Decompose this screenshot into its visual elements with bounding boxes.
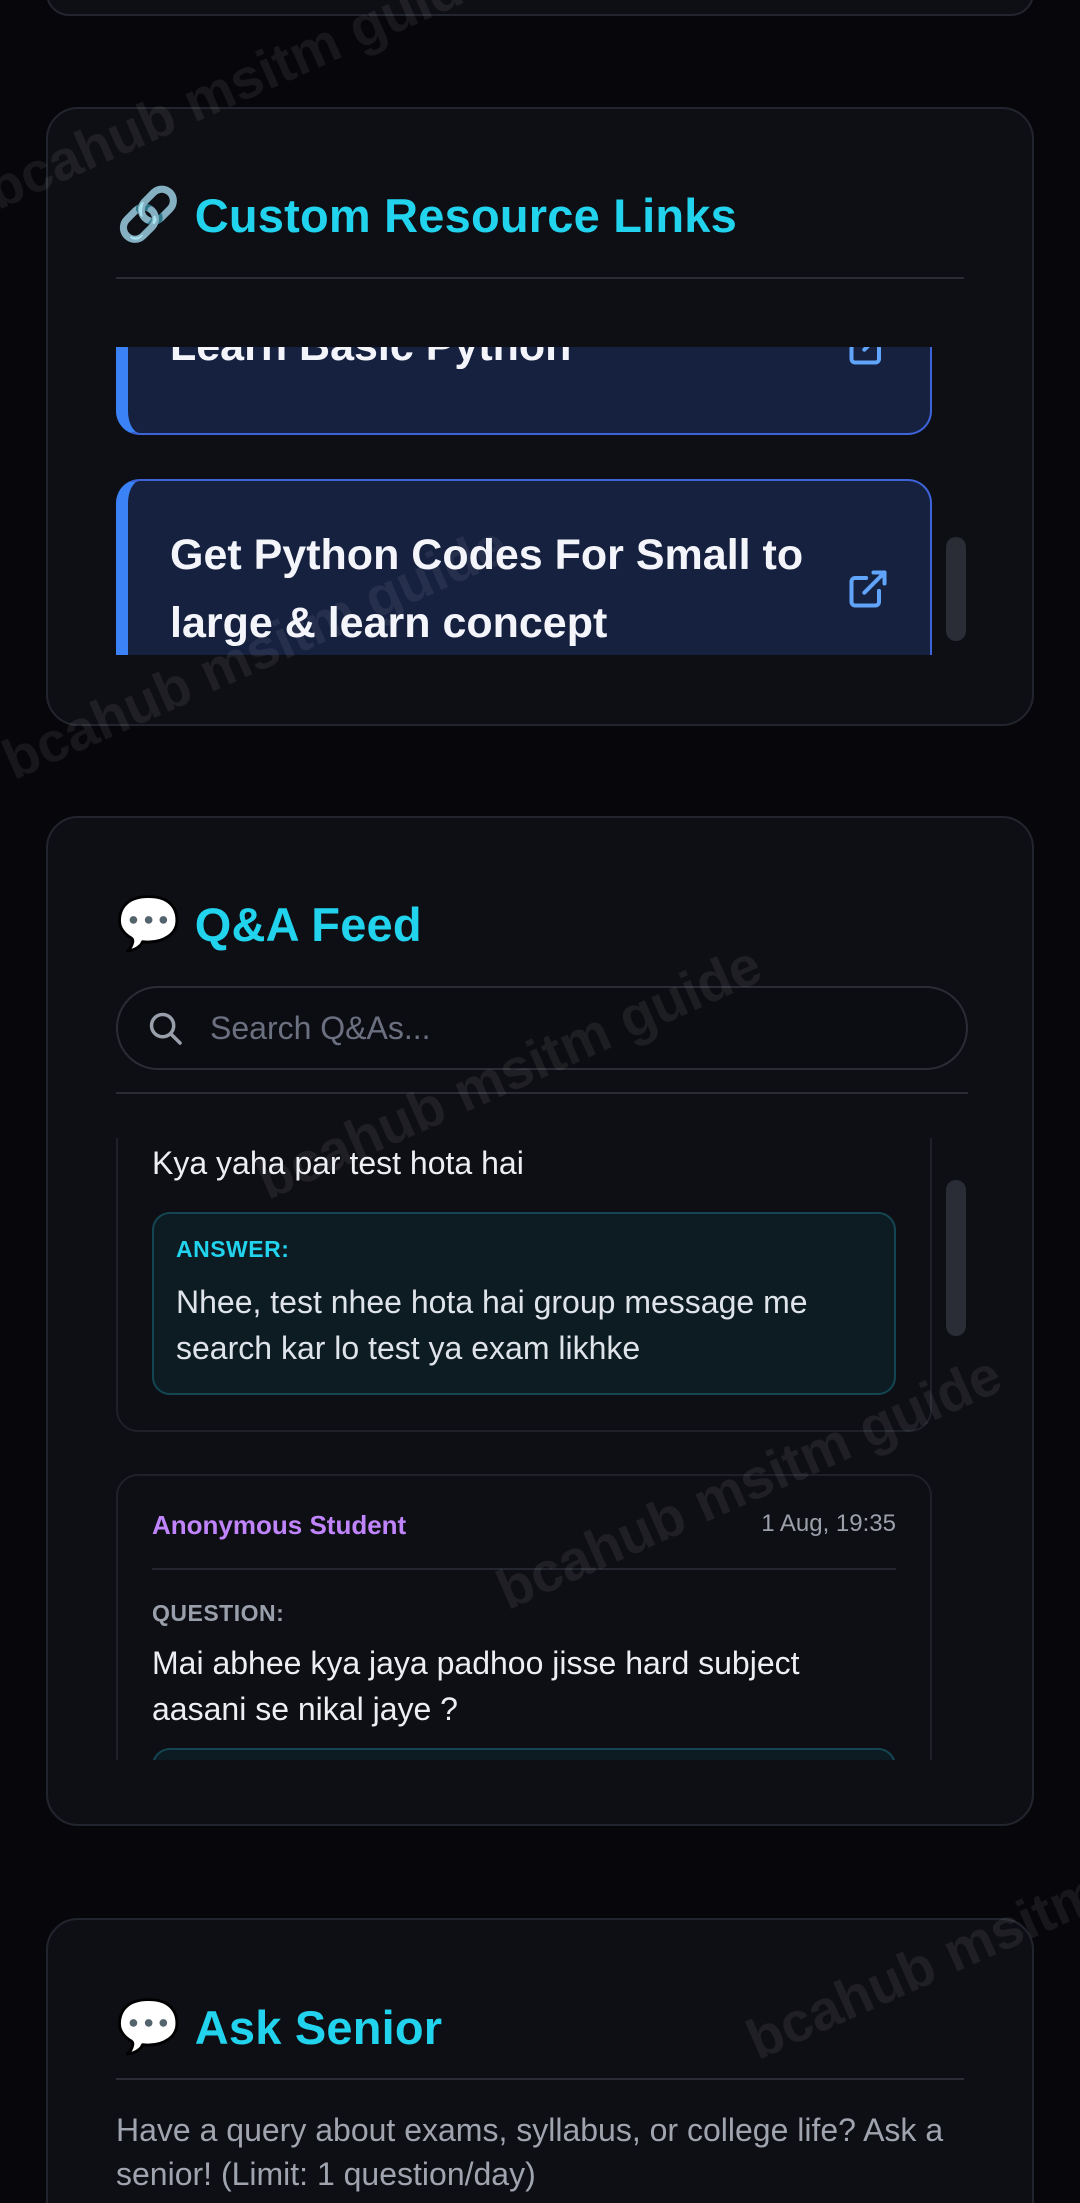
link-icon: 🔗 <box>116 186 181 244</box>
speech-bubble-icon: 💬 <box>116 895 181 953</box>
author-name: Anonymous Student <box>152 1510 407 1540</box>
timestamp: 1 Aug, 19:35 <box>761 1510 896 1537</box>
qa-feed-list[interactable]: Kya yaha par test hota hai ANSWER: Nhee,… <box>116 1138 932 1760</box>
qa-search-input[interactable] <box>210 1009 966 1047</box>
resource-links-scrollbar[interactable] <box>946 537 966 641</box>
resource-link-label: Get Python Codes For Small to large & le… <box>170 531 804 647</box>
ask-senior-header: 💬 Ask Senior <box>116 1976 964 2080</box>
previous-card <box>46 0 1034 16</box>
answer-box <box>152 1748 896 1760</box>
resource-link-item[interactable]: Get Python Codes For Small to large & le… <box>116 479 932 655</box>
ask-senior-description: Have a query about exams, syllabus, or c… <box>116 2112 944 2192</box>
qa-item: Kya yaha par test hota hai ANSWER: Nhee,… <box>116 1138 932 1432</box>
qa-feed-card: 💬 Q&A Feed Kya yaha par test hota hai AN… <box>46 816 1034 1826</box>
question-text: Kya yaha par test hota hai <box>152 1145 524 1181</box>
qa-divider <box>116 1092 968 1094</box>
answer-text: Nhee, test nhee hota hai group message m… <box>176 1284 808 1366</box>
external-link-icon <box>849 347 882 365</box>
speech-bubble-icon: 💬 <box>116 1998 181 2056</box>
qa-item: Anonymous Student 1 Aug, 19:35 QUESTION:… <box>116 1474 932 1760</box>
resource-links-list[interactable]: Learn Basic Python Get Python Codes For … <box>116 347 932 655</box>
resource-link-item[interactable]: Learn Basic Python <box>116 347 932 435</box>
qa-feed-scrollbar[interactable] <box>946 1180 966 1336</box>
qa-meta: Anonymous Student 1 Aug, 19:35 <box>152 1510 896 1570</box>
resource-link-label: Learn Basic Python <box>170 347 826 380</box>
qa-feed-title: Q&A Feed <box>194 897 422 951</box>
answer-label: ANSWER: <box>176 1236 290 1262</box>
resource-links-title: Custom Resource Links <box>194 188 737 242</box>
resource-links-card: 🔗 Custom Resource Links Learn Basic Pyth… <box>46 107 1034 726</box>
qa-feed-header: 💬 Q&A Feed <box>116 874 964 974</box>
question-text: Mai abhee kya jaya padhoo jisse hard sub… <box>152 1645 800 1727</box>
search-icon <box>149 1012 182 1045</box>
ask-senior-card: 💬 Ask Senior Have a query about exams, s… <box>46 1918 1034 2203</box>
ask-senior-title: Ask Senior <box>194 2000 443 2054</box>
qa-search-box[interactable] <box>116 986 968 1070</box>
question-label: QUESTION: <box>152 1600 285 1626</box>
external-link-icon <box>849 570 887 608</box>
resource-links-header: 🔗 Custom Resource Links <box>116 153 964 279</box>
answer-box: ANSWER: Nhee, test nhee hota hai group m… <box>152 1212 896 1395</box>
